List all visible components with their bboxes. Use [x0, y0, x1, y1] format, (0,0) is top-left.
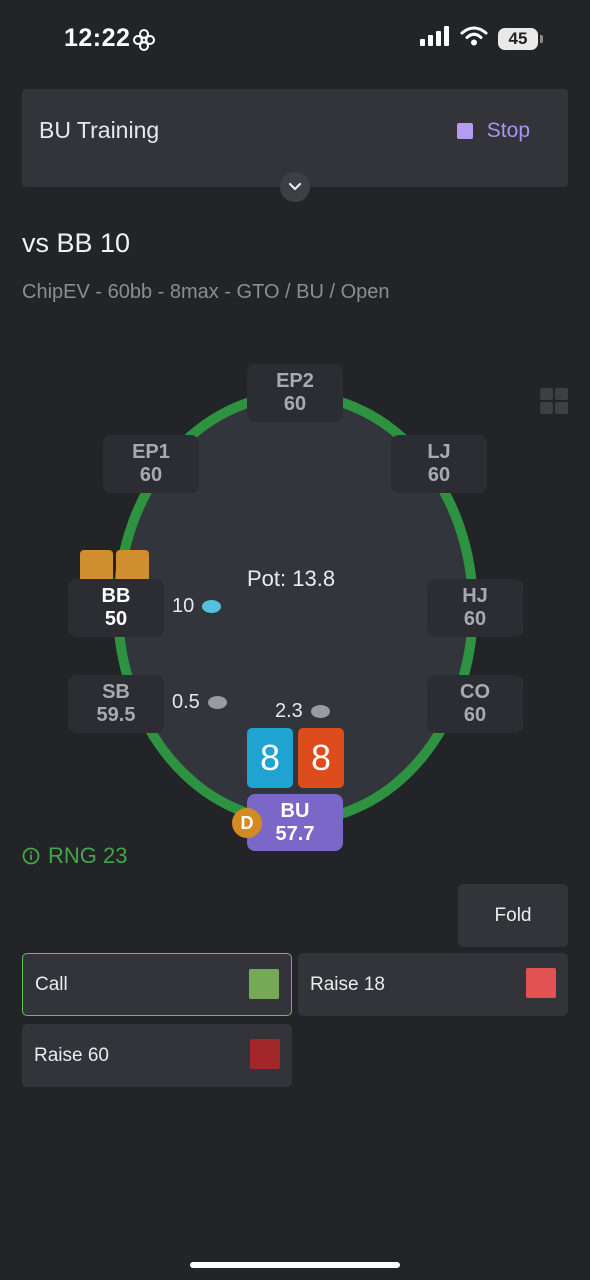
- chevron-down-icon: [288, 182, 302, 191]
- hero-card-2: 8: [298, 728, 344, 788]
- seat-stack: 60: [463, 608, 487, 630]
- seat-bb: BB 50: [68, 579, 164, 637]
- seat-stack: 60: [139, 464, 163, 486]
- seat-position: BB: [101, 585, 131, 607]
- raise-60-button[interactable]: Raise 60: [22, 1024, 292, 1087]
- info-icon: [22, 847, 40, 865]
- bet-bb: 10: [172, 595, 222, 618]
- status-icons: 45: [420, 26, 543, 51]
- seat-ep1: EP1 60: [103, 435, 199, 493]
- bet-bu: 2.3: [275, 700, 330, 723]
- raise-18-label: Raise 18: [310, 973, 385, 995]
- bb-cards: [80, 550, 149, 580]
- chip-icon: [207, 696, 227, 709]
- seat-hj: HJ 60: [427, 579, 523, 637]
- seat-co: CO 60: [427, 675, 523, 733]
- seat-position: EP1: [132, 441, 170, 463]
- spot-title: vs BB 10: [22, 228, 131, 258]
- dealer-button: D: [232, 808, 262, 838]
- seat-lj: LJ 60: [391, 435, 487, 493]
- raise-60-label: Raise 60: [34, 1044, 109, 1066]
- call-color-swatch: [249, 969, 279, 999]
- grid-view-icon[interactable]: [540, 388, 568, 414]
- seat-position: BU: [280, 799, 310, 822]
- wifi-icon: [460, 26, 488, 51]
- pot-label: Pot: 13.8: [247, 566, 336, 591]
- seat-stack: 57.7: [275, 822, 315, 845]
- seat-position: LJ: [427, 441, 451, 463]
- seat-position: HJ: [462, 585, 488, 607]
- flower-icon: [132, 28, 156, 57]
- spot-subtitle: ChipEV - 60bb - 8max - GTO / BU / Open: [22, 281, 390, 303]
- home-indicator[interactable]: [190, 1262, 400, 1268]
- seat-sb: SB 59.5: [68, 675, 164, 733]
- signal-icon: [420, 26, 450, 51]
- hero-card-1: 8: [247, 728, 293, 788]
- chip-icon: [310, 705, 330, 718]
- rng-label: RNG 23: [48, 843, 128, 868]
- stop-label: Stop: [486, 119, 530, 142]
- bet-amount: 0.5: [172, 691, 200, 713]
- seat-stack: 59.5: [96, 704, 136, 726]
- raise-18-color-swatch: [526, 968, 556, 998]
- expand-button[interactable]: [280, 172, 310, 202]
- bet-sb: 0.5: [172, 691, 227, 714]
- rng-indicator: RNG 23: [22, 843, 127, 869]
- status-time: 12:22: [64, 24, 131, 52]
- seat-stack: 60: [283, 393, 307, 415]
- seat-stack: 60: [427, 464, 451, 486]
- battery-level: 45: [508, 28, 528, 48]
- battery-icon: 45: [498, 27, 543, 50]
- seat-ep2: EP2 60: [247, 364, 343, 422]
- fold-label: Fold: [494, 904, 532, 926]
- stop-button[interactable]: Stop: [456, 119, 530, 143]
- seat-stack: 60: [463, 704, 487, 726]
- training-title: BU Training: [39, 117, 160, 143]
- seat-position: EP2: [276, 370, 314, 392]
- bet-amount: 2.3: [275, 700, 303, 722]
- stop-icon: [456, 123, 473, 139]
- chip-icon: [202, 600, 222, 613]
- raise-18-button[interactable]: Raise 18: [298, 953, 568, 1016]
- seat-position: CO: [460, 681, 490, 703]
- raise-60-color-swatch: [250, 1039, 280, 1069]
- fold-button[interactable]: Fold: [458, 884, 568, 947]
- call-button[interactable]: Call: [22, 953, 292, 1016]
- seat-stack: 50: [104, 608, 128, 630]
- app-screen: 12:22 45 BU Training Stop vs BB 10 ChipE…: [0, 0, 590, 1280]
- call-label: Call: [35, 973, 68, 995]
- seat-position: SB: [102, 681, 130, 703]
- bet-amount: 10: [172, 595, 195, 617]
